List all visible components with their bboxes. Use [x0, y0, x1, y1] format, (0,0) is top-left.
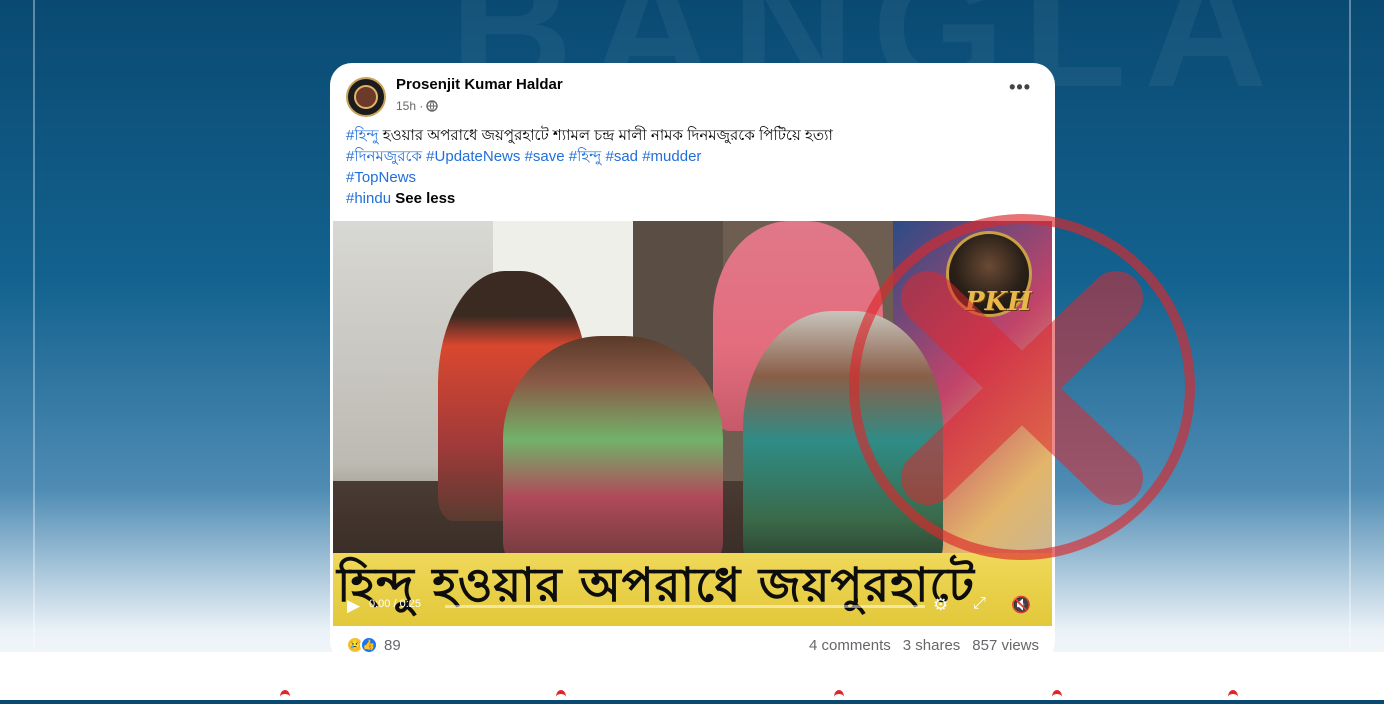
hashtag-link[interactable]: #hindu [346, 190, 391, 207]
more-options-button[interactable]: ••• [1009, 77, 1031, 98]
hashtag-link[interactable]: #হিন্দু [569, 148, 602, 165]
channel-logo-text: PKH [965, 287, 1032, 317]
fullscreen-button[interactable]: ⤢ [973, 595, 986, 613]
frame-line-right [1349, 0, 1351, 650]
post-meta: 15h · [396, 99, 439, 113]
views-count: 857 views [972, 637, 1039, 654]
globe-icon [426, 100, 439, 112]
muted-speaker-icon: 🔇 [1011, 597, 1031, 614]
frame-line-left [33, 0, 35, 650]
hashtag-link[interactable]: #mudder [642, 148, 701, 165]
post-text-line-4: #hindu See less [346, 188, 1046, 209]
mute-button[interactable]: 🔇 [1011, 595, 1031, 615]
shares-count[interactable]: 3 shares [903, 637, 961, 654]
red-mark [556, 690, 566, 704]
video-progress-bar[interactable] [445, 605, 925, 608]
expand-icon: ⤢ [973, 595, 986, 612]
video-controls: ▶ 0:00 / 0:25 ⚙ ⤢ 🔇 [333, 591, 1052, 621]
settings-button[interactable]: ⚙ [933, 595, 948, 615]
post-footer: 😢 👍 89 4 comments 3 shares 857 views [330, 632, 1055, 662]
play-button[interactable]: ▶ [347, 591, 369, 621]
author-name[interactable]: Prosenjit Kumar Haldar [396, 76, 563, 93]
red-mark [1228, 690, 1238, 704]
post-body-text: হওয়ার অপরাধে জয়পুরহাটে শ্যামল চন্দ্র ম… [382, 127, 833, 144]
hashtag-link[interactable]: #UpdateNews [426, 148, 520, 165]
reactions-summary[interactable]: 😢 👍 89 [346, 636, 401, 654]
comments-count[interactable]: 4 comments [809, 637, 891, 654]
video-player[interactable]: PKH হিন্দু হওয়ার অপরাধে জয়পুরহাটে ▶ 0:… [333, 221, 1052, 626]
video-person [743, 311, 943, 571]
hashtag-link[interactable]: #sad [606, 148, 639, 165]
reaction-count: 89 [384, 636, 401, 654]
post-text-line-3: #TopNews [346, 167, 1046, 188]
like-icon: 👍 [360, 636, 378, 654]
post-stats: 4 comments 3 shares 857 views [809, 637, 1039, 654]
hashtag-link[interactable]: #হিন্দু [346, 127, 379, 144]
play-icon: ▶ [347, 596, 361, 615]
author-avatar[interactable] [346, 77, 386, 117]
red-mark [1052, 690, 1062, 704]
hashtag-link[interactable]: #দিনমজুরকে [346, 148, 422, 165]
post-text: #হিন্দু হওয়ার অপরাধে জয়পুরহাটে শ্যামল … [346, 125, 1046, 209]
hashtag-link[interactable]: #save [525, 148, 565, 165]
video-person [503, 336, 723, 566]
post-time[interactable]: 15h · [396, 99, 423, 113]
red-mark [834, 690, 844, 704]
post-text-line-1: #হিন্দু হওয়ার অপরাধে জয়পুরহাটে শ্যামল … [346, 125, 1046, 146]
see-less-button[interactable]: See less [395, 190, 455, 207]
hashtag-link[interactable]: #TopNews [346, 169, 416, 186]
gear-icon: ⚙ [933, 595, 949, 614]
red-mark [280, 690, 290, 704]
video-time: 0:00 / 0:25 [369, 598, 421, 610]
post-text-line-2: #দিনমজুরকে #UpdateNews #save #হিন্দু #sa… [346, 146, 1046, 167]
facebook-post-card: Prosenjit Kumar Haldar 15h · ••• #হিন্দু… [330, 63, 1055, 663]
